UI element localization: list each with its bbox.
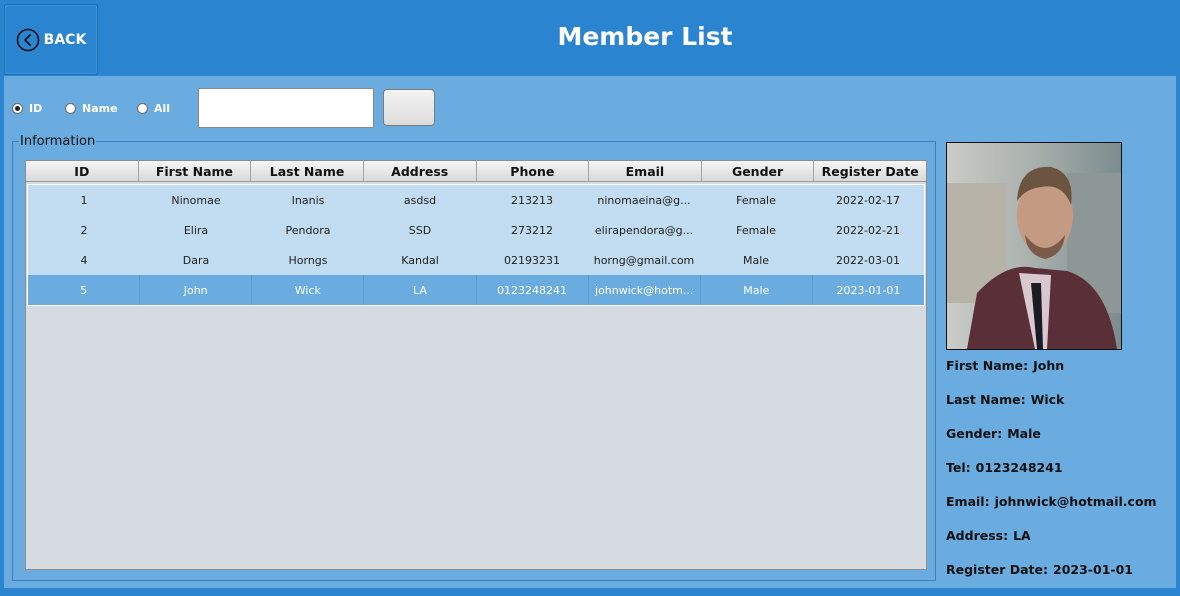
column-header-address[interactable]: Address xyxy=(364,161,477,181)
cell-gender: Female xyxy=(736,223,776,237)
radio-name-option[interactable]: Name xyxy=(65,102,118,115)
cell-id: 2 xyxy=(80,223,88,237)
member-photo xyxy=(946,142,1122,350)
search-button[interactable] xyxy=(383,89,435,126)
cell-gender: Female xyxy=(736,193,776,207)
cell-id: 4 xyxy=(80,253,88,267)
detail-first-name: First Name: John xyxy=(946,358,1176,392)
radio-id-option[interactable]: ID xyxy=(12,102,42,115)
cell-phone: 273212 xyxy=(511,223,553,237)
member-details: First Name: John Last Name: Wick Gender:… xyxy=(946,358,1176,596)
email-value: johnwick@hotmail.com xyxy=(994,494,1157,509)
cell-first-name: John xyxy=(140,275,253,305)
cell-phone: 213213 xyxy=(511,193,553,207)
cell-email: ninomaeina@g... xyxy=(597,193,691,207)
column-header-id[interactable]: ID xyxy=(26,161,139,181)
detail-gender: Gender: Male xyxy=(946,426,1176,460)
cell-first-name: Dara xyxy=(182,253,210,267)
detail-register-date: Register Date: 2023-01-01 xyxy=(946,562,1176,596)
detail-tel: Tel: 0123248241 xyxy=(946,460,1176,494)
cell-gender: Male xyxy=(701,275,813,305)
radio-name[interactable] xyxy=(65,103,76,114)
detail-address: Address: LA xyxy=(946,528,1176,562)
member-table[interactable]: ID First Name Last Name Address Phone Em… xyxy=(25,160,927,570)
cell-register-date: 2022-03-01 xyxy=(836,253,900,267)
radio-all[interactable] xyxy=(137,103,148,114)
table-body: 1 Ninomae Inanis asdsd 213213 ninomaeina… xyxy=(27,184,925,306)
gender-label: Gender: xyxy=(946,426,1003,441)
page-title: Member List xyxy=(557,22,733,51)
cell-email: elirapendora@g... xyxy=(594,223,694,237)
back-button[interactable]: BACK xyxy=(4,4,98,75)
column-header-phone[interactable]: Phone xyxy=(477,161,590,181)
column-header-first-name[interactable]: First Name xyxy=(139,161,252,181)
last-name-label: Last Name: xyxy=(946,392,1026,407)
column-header-email[interactable]: Email xyxy=(589,161,702,181)
radio-all-label: All xyxy=(154,102,171,115)
cell-last-name: Inanis xyxy=(291,193,325,207)
cell-last-name: Wick xyxy=(252,275,365,305)
detail-email: Email: johnwick@hotmail.com xyxy=(946,494,1176,528)
radio-id-label: ID xyxy=(29,102,43,115)
table-header: ID First Name Last Name Address Phone Em… xyxy=(26,161,926,182)
cell-first-name: Ninomae xyxy=(171,193,221,207)
cell-address: Kandal xyxy=(401,253,439,267)
cell-gender: Male xyxy=(742,253,770,267)
radio-all-option[interactable]: All xyxy=(137,102,170,115)
cell-email: horng@gmail.com xyxy=(593,253,695,267)
first-name-label: First Name: xyxy=(946,358,1029,373)
radio-id[interactable] xyxy=(12,103,23,114)
gender-value: Male xyxy=(1007,426,1041,441)
header-bar: BACK Member List xyxy=(0,0,1180,76)
address-label: Address: xyxy=(946,528,1009,543)
cell-email: johnwick@hotm... xyxy=(589,275,701,305)
information-label: Information xyxy=(19,134,97,149)
cell-register-date: 2022-02-21 xyxy=(836,223,900,237)
cell-address: asdsd xyxy=(403,193,437,207)
cell-register-date: 2023-01-01 xyxy=(836,283,901,297)
cell-address: LA xyxy=(364,275,477,305)
cell-phone: 0123248241 xyxy=(477,275,589,305)
cell-id: 5 xyxy=(28,275,141,305)
cell-register-date: 2022-02-17 xyxy=(836,193,900,207)
cell-last-name: Pendora xyxy=(285,223,331,237)
last-name-value: Wick xyxy=(1030,392,1065,407)
main-panel: ID Name All Information ID First Name La… xyxy=(4,76,1176,588)
cell-phone: 02193231 xyxy=(504,253,560,267)
email-label: Email: xyxy=(946,494,990,509)
search-input[interactable] xyxy=(198,88,374,128)
detail-last-name: Last Name: Wick xyxy=(946,392,1176,426)
cell-first-name: Elira xyxy=(183,223,209,237)
table-row[interactable]: 2 Elira Pendora SSD 273212 elirapendora@… xyxy=(28,215,924,245)
table-row[interactable]: 4 Dara Horngs Kandal 02193231 horng@gmai… xyxy=(28,245,924,275)
cell-id: 1 xyxy=(80,193,88,207)
information-groupbox: Information ID First Name Last Name Addr… xyxy=(12,134,936,581)
register-date-value: 2023-01-01 xyxy=(1053,562,1133,577)
chevron-left-circle-icon xyxy=(16,28,40,52)
column-header-gender[interactable]: Gender xyxy=(702,161,815,181)
back-label: BACK xyxy=(43,31,87,48)
cell-address: SSD xyxy=(408,223,432,237)
column-header-register-date[interactable]: Register Date xyxy=(814,161,926,181)
address-value: LA xyxy=(1013,528,1031,543)
table-row[interactable]: 1 Ninomae Inanis asdsd 213213 ninomaeina… xyxy=(28,185,924,215)
table-row-selected[interactable]: 5 John Wick LA 0123248241 johnwick@hotm.… xyxy=(28,275,924,305)
cell-last-name: Horngs xyxy=(288,253,328,267)
column-header-last-name[interactable]: Last Name xyxy=(251,161,364,181)
tel-label: Tel: xyxy=(946,460,971,475)
tel-value: 0123248241 xyxy=(975,460,1063,475)
first-name-value: John xyxy=(1033,358,1065,373)
radio-name-label: Name xyxy=(82,102,118,115)
register-date-label: Register Date: xyxy=(946,562,1049,577)
